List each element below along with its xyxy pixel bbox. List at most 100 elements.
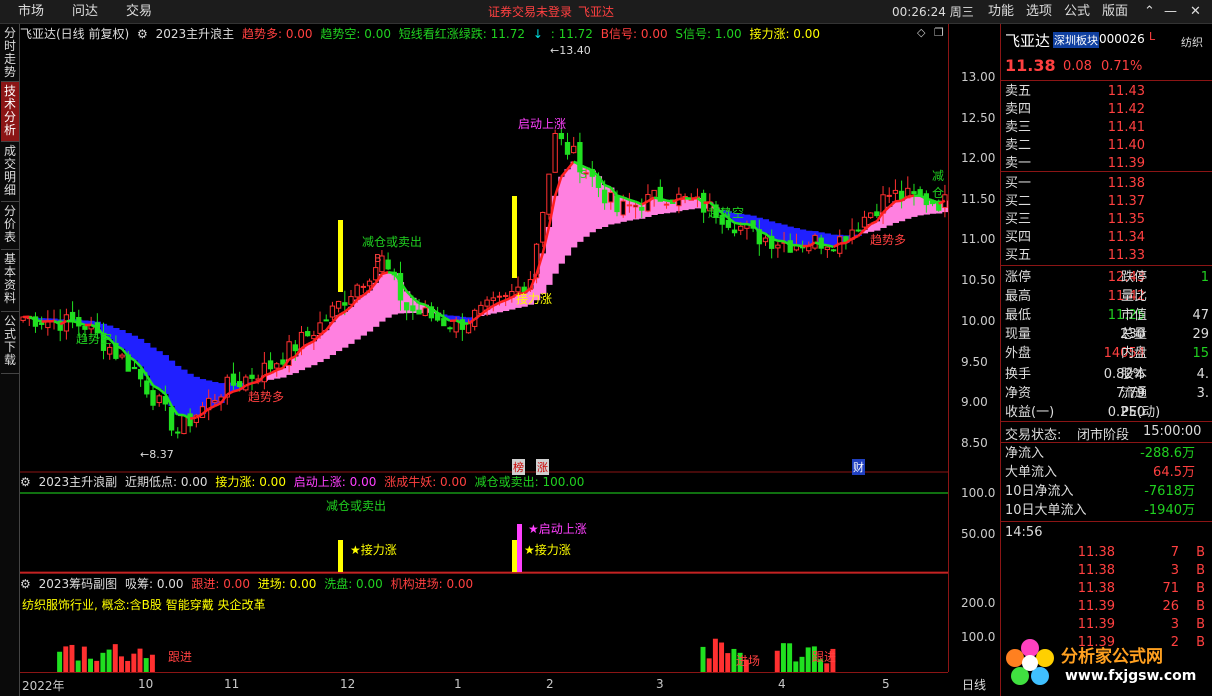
ask-row[interactable]: 卖三 11.41 (1001, 118, 1212, 137)
period-label[interactable]: 日线 (962, 676, 986, 693)
trade-price: 11.38 (1077, 563, 1115, 578)
gear-icon[interactable]: ⚙ (20, 475, 31, 489)
tab-formula-download[interactable]: 公式下载 (1, 312, 19, 374)
flow-value: -7618万 (1144, 484, 1195, 499)
menu-func[interactable]: 功能 (988, 0, 1014, 24)
flow-row[interactable]: 大单流入 64.5万 (1001, 463, 1212, 482)
candle-body (181, 415, 187, 435)
date-label: 2 (546, 677, 554, 691)
price-tick: 12.50 (961, 111, 996, 125)
sub2-title[interactable]: 2023筹码副图 (39, 577, 118, 591)
gear-icon[interactable]: ⚙ (20, 577, 31, 591)
date-label: 11 (224, 677, 240, 691)
trend-ribbon-slice (335, 315, 343, 352)
menu-ask[interactable]: 问达 (72, 0, 98, 24)
sub2-follow: 跟进: 0.00 (191, 577, 250, 591)
candle-body (416, 309, 422, 315)
price-pct: 0.71% (1101, 59, 1143, 74)
stat-row[interactable]: 现量 230 总量 29 (1001, 325, 1212, 344)
chip-bar (125, 660, 131, 672)
menu-trade[interactable]: 交易 (126, 0, 152, 24)
stat-row[interactable]: 最低 11.25 市值 47 (1001, 306, 1212, 325)
trend-ribbon-slice (193, 376, 200, 418)
s-mark: S (580, 168, 587, 181)
trade-row[interactable]: 11.38 7 B (1001, 543, 1212, 562)
sub1-star-relay-1: ★接力涨 (350, 543, 397, 557)
candle-body (404, 302, 410, 311)
trade-row[interactable]: 11.38 3 B (1001, 561, 1212, 580)
chevron-up-icon[interactable]: ⌃ (1144, 0, 1155, 24)
flow-row[interactable]: 10日大单流入 -1940万 (1001, 501, 1212, 520)
ask-level-label: 卖五 (1005, 84, 1032, 99)
stat-label: 外盘 (1005, 346, 1032, 361)
candle-body (608, 192, 614, 203)
logo-text: 分析家公式网 (1061, 647, 1163, 667)
candle-body (540, 211, 546, 243)
stat-row[interactable]: 涨停 12.43 跌停 1 (1001, 268, 1212, 287)
short-line-segment (35, 318, 42, 323)
sub1-title[interactable]: 2023主升浪副 (39, 475, 118, 489)
short-line-segment (827, 244, 834, 249)
tab-timeshare[interactable]: 分时走势 (1, 24, 19, 82)
bid-row[interactable]: 买五 11.33 (1001, 246, 1212, 265)
chip-bar (725, 653, 731, 672)
ask-row[interactable]: 卖二 11.40 (1001, 136, 1212, 155)
bid-row[interactable]: 买二 11.37 (1001, 192, 1212, 211)
candle-body (651, 189, 657, 199)
bid-price: 11.34 (1107, 230, 1145, 245)
trend-down-label-1: 趋势空 (76, 332, 113, 346)
tab-price-table[interactable]: 分价表 (1, 202, 19, 250)
candle-body (874, 211, 880, 217)
menu-options[interactable]: 选项 (1026, 0, 1052, 24)
tab-technical[interactable]: 技术分析 (1, 82, 19, 142)
menu-market[interactable]: 市场 (18, 0, 44, 24)
candle-body (236, 381, 243, 388)
stat-row[interactable]: 换手 0.82% 股本 4. (1001, 365, 1212, 384)
trend-ribbon-slice (762, 219, 770, 234)
menu-formula[interactable]: 公式 (1064, 0, 1090, 24)
login-status[interactable]: 证券交易未登录 (488, 0, 572, 24)
candle-body (397, 272, 404, 301)
chip-bar (774, 650, 780, 672)
ask-row[interactable]: 卖四 11.42 (1001, 100, 1212, 119)
stat-row[interactable]: 外盘 14054 内盘 15 (1001, 344, 1212, 363)
stat-row[interactable]: 收益(一) 0.250 PE(动) (1001, 403, 1212, 422)
ask-level-label: 卖二 (1005, 138, 1032, 153)
diamond-icon[interactable]: ◇ (917, 26, 925, 39)
bid-row[interactable]: 买一 11.38 (1001, 174, 1212, 193)
stat-row[interactable]: 净资 7.79 流通 3. (1001, 384, 1212, 403)
window-icon[interactable]: ❐ (934, 26, 944, 39)
gear-icon[interactable]: ⚙ (137, 27, 148, 41)
main-indicator-name[interactable]: 2023主升浪主 (156, 27, 235, 41)
flow-label: 净流入 (1005, 446, 1045, 461)
candle-body (230, 373, 237, 386)
tab-basic-info[interactable]: 基本资料 (1, 250, 19, 312)
close-icon[interactable]: ✕ (1190, 0, 1201, 24)
candle-body (385, 259, 391, 270)
flow-row[interactable]: 10日净流入 -7618万 (1001, 482, 1212, 501)
short-value-2: : 11.72 (550, 27, 593, 41)
minimize-icon[interactable]: — (1164, 0, 1177, 24)
ask-row[interactable]: 卖五 11.43 (1001, 82, 1212, 101)
candle-body (626, 204, 633, 207)
bid-row[interactable]: 买三 11.35 (1001, 210, 1212, 229)
stat-row[interactable]: 最高 11.42 量比 (1001, 287, 1212, 306)
bid-row[interactable]: 买四 11.34 (1001, 228, 1212, 247)
flow-row[interactable]: 净流入 -288.6万 (1001, 444, 1212, 463)
tab-detail[interactable]: 成交明细 (1, 142, 19, 202)
candle-body (614, 195, 620, 213)
chart-area[interactable]: 飞亚达(日线 前复权) ⚙ 2023主升浪主 趋势多: 0.00 趋势空: 0.… (20, 24, 949, 672)
trend-down-label-2: 趋势空 (708, 206, 745, 220)
trade-row[interactable]: 11.39 26 B (1001, 597, 1212, 616)
bid-level-label: 买二 (1005, 194, 1032, 209)
sub2-enter-label: 进场 (736, 654, 761, 668)
sub2-wash: 洗盘: 0.00 (324, 577, 383, 591)
clock: 00:26:24 周三 (892, 5, 974, 19)
trade-row[interactable]: 11.38 71 B (1001, 579, 1212, 598)
board-badge[interactable]: 深圳板块 (1053, 32, 1099, 48)
chip-bar (143, 658, 149, 672)
top-bar: 市场 问达 交易 证券交易未登录 飞亚达 00:26:24 周三 功能 选项 公… (0, 0, 1212, 24)
flow-label: 10日大单流入 (1005, 503, 1087, 518)
short-line-segment (820, 243, 828, 247)
menu-layout[interactable]: 版面 (1102, 0, 1128, 24)
